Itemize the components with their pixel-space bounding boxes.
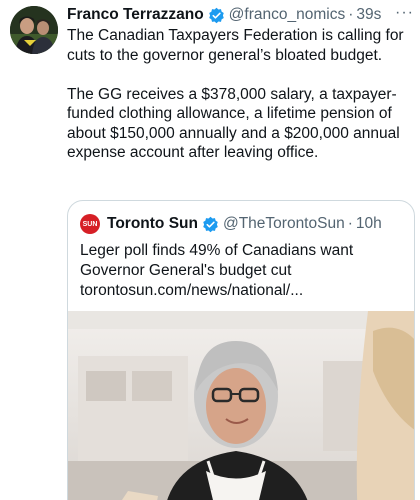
quoted-tweet-photo[interactable] (68, 311, 414, 500)
quoted-tweet-header: SUN Toronto Sun @TheTorontoSun · 10h (80, 213, 382, 235)
tweet-header: Franco Terrazzano @franco_nomics · 39s (67, 4, 417, 26)
tweet-body: The Canadian Taxpayers Federation is cal… (67, 26, 415, 163)
quoted-tweet-card[interactable]: SUN Toronto Sun @TheTorontoSun · 10h Leg… (67, 200, 415, 500)
author-avatar-image (10, 6, 58, 54)
quoted-author-handle[interactable]: @TheTorontoSun (223, 215, 345, 233)
quoted-link[interactable]: torontosun.com/news/national/... (80, 281, 406, 301)
separator-dot: · (348, 6, 354, 23)
author-name[interactable]: Franco Terrazzano (67, 6, 204, 24)
tweet-timestamp[interactable]: 39s (356, 6, 381, 24)
author-avatar[interactable] (10, 6, 58, 54)
toronto-sun-logo-icon: SUN (80, 214, 100, 234)
verified-badge-icon (208, 7, 225, 24)
quoted-tweet-timestamp[interactable]: 10h (356, 215, 382, 233)
quoted-text-line-2: Governor General's budget cut (80, 262, 292, 279)
quoted-tweet-body: Leger poll finds 49% of Canadians want G… (80, 241, 406, 301)
author-handle[interactable]: @franco_nomics (229, 6, 346, 24)
quoted-separator-dot: · (347, 215, 353, 232)
tweet-paragraph-2: The GG receives a $378,000 salary, a tax… (67, 85, 400, 162)
more-options-icon[interactable]: ··· (395, 4, 414, 22)
kitchen-photo-image (68, 311, 414, 500)
quoted-text-line-1: Leger poll finds 49% of Canadians want (80, 242, 354, 259)
quoted-author-name[interactable]: Toronto Sun (107, 215, 198, 233)
quoted-verified-badge-icon (202, 216, 219, 233)
tweet-paragraph-1: The Canadian Taxpayers Federation is cal… (67, 27, 404, 64)
